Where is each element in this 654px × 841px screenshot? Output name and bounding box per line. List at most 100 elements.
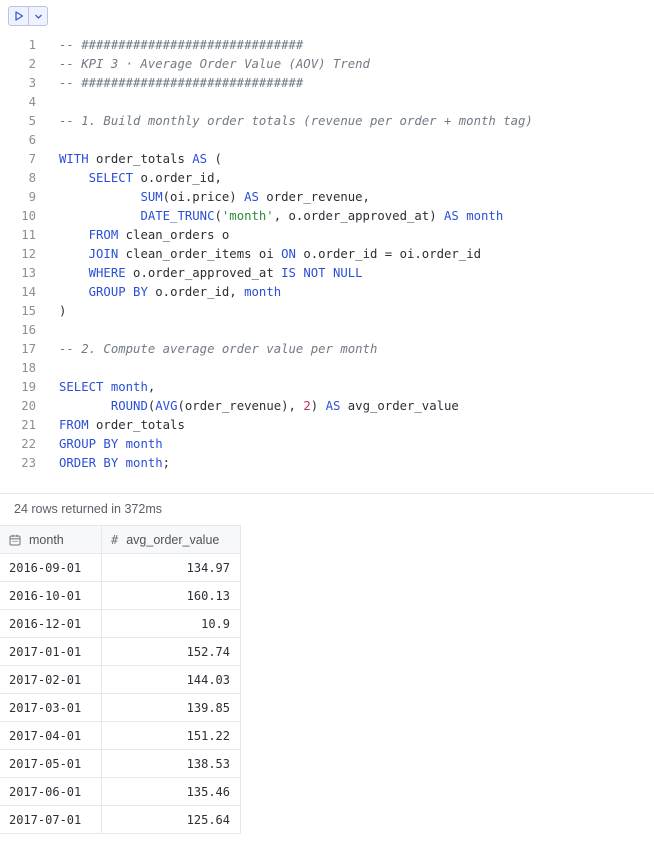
code-line[interactable]: 15) [0, 302, 654, 321]
code-text: ORDER BY month; [59, 454, 170, 473]
cell-month[interactable]: 2017-05-01 [0, 749, 102, 778]
code-token: FROM [59, 418, 89, 432]
code-token: GROUP BY [88, 285, 148, 299]
run-button-group [8, 6, 48, 26]
code-line[interactable]: 4 [0, 93, 654, 112]
cell-avg-order-value[interactable]: 138.53 [101, 749, 241, 778]
code-line[interactable]: 2 -- KPI 3 · Average Order Value (AOV) Tr… [0, 55, 654, 74]
cell-avg-order-value[interactable]: 160.13 [101, 581, 241, 610]
table-row[interactable]: 2017-04-01 151.22 [0, 721, 241, 750]
sql-editor[interactable]: 1 -- ############################## 2 -- KP… [0, 36, 654, 473]
code-token: -- ############################## [59, 76, 304, 90]
table-row[interactable]: 2017-05-01 138.53 [0, 749, 241, 778]
code-line[interactable]: 10 DATE_TRUNC('month', o.order_approved_… [0, 207, 654, 226]
cell-avg-order-value[interactable]: 152.74 [101, 637, 241, 666]
code-text: -- 2. Compute average order value per mo… [59, 340, 377, 359]
code-text: SELECT o.order_id, [59, 169, 222, 188]
code-line[interactable]: 3 -- ############################## [0, 74, 654, 93]
play-icon [14, 11, 23, 21]
results-header-row: month # avg_order_value [0, 526, 241, 554]
code-line[interactable]: 11 FROM clean_orders o [0, 226, 654, 245]
column-label: avg_order_value [126, 532, 220, 547]
line-number: 18 [21, 361, 36, 375]
cell-avg-order-value[interactable]: 151.22 [101, 721, 241, 750]
cell-avg-order-value[interactable]: 134.97 [101, 553, 241, 582]
run-query-button[interactable] [9, 7, 28, 25]
code-line[interactable]: 12 JOIN clean_order_items oi ON o.order_… [0, 245, 654, 264]
code-line[interactable]: 23 ORDER BY month; [0, 454, 654, 473]
code-line[interactable]: 16 [0, 321, 654, 340]
code-line[interactable]: 9 SUM(oi.price) AS order_revenue, [0, 188, 654, 207]
table-row[interactable]: 2016-10-01 160.13 [0, 581, 241, 610]
table-row[interactable]: 2017-06-01 135.46 [0, 777, 241, 806]
cell-month[interactable]: 2017-01-01 [0, 637, 102, 666]
column-header-avg-order-value[interactable]: # avg_order_value [101, 526, 241, 554]
column-header-month[interactable]: month [0, 526, 102, 554]
code-line[interactable]: 5 -- 1. Build monthly order totals (reven… [0, 112, 654, 131]
calendar-icon [9, 534, 21, 546]
code-token: (order_revenue), [177, 399, 304, 413]
code-token: FROM [88, 228, 119, 242]
line-number: 13 [21, 266, 36, 280]
code-text: JOIN clean_order_items oi ON o.order_id … [59, 245, 481, 264]
cell-avg-order-value[interactable]: 144.03 [101, 665, 241, 694]
code-token: month [110, 380, 148, 394]
cell-avg-order-value[interactable]: 125.64 [101, 805, 241, 834]
code-line[interactable]: 14 GROUP BY o.order_id, month [0, 283, 654, 302]
code-line[interactable]: 21 FROM order_totals [0, 416, 654, 435]
code-line[interactable]: 18 [0, 359, 654, 378]
code-line[interactable]: 20 ROUND(AVG(order_revenue), 2) AS avg_o… [0, 397, 654, 416]
cell-month[interactable]: 2017-04-01 [0, 721, 102, 750]
code-line[interactable]: 17 -- 2. Compute average order value per … [0, 340, 654, 359]
table-row[interactable]: 2017-01-01 152.74 [0, 637, 241, 666]
code-line[interactable]: 6 [0, 131, 654, 150]
line-number: 12 [21, 247, 36, 261]
code-line[interactable]: 7 WITH order_totals AS ( [0, 150, 654, 169]
editor-toolbar [8, 6, 48, 26]
table-row[interactable]: 2017-02-01 144.03 [0, 665, 241, 694]
cell-avg-order-value[interactable]: 135.46 [101, 777, 241, 806]
code-token: 2 [303, 399, 311, 413]
cell-avg-order-value[interactable]: 139.85 [101, 693, 241, 722]
table-row[interactable]: 2016-09-01 134.97 [0, 553, 241, 582]
line-number: 11 [21, 228, 36, 242]
code-line[interactable]: 22 GROUP BY month [0, 435, 654, 454]
table-row[interactable]: 2017-07-01 125.64 [0, 805, 241, 834]
code-token: -- 2. Compute average order value per mo… [59, 342, 378, 356]
cell-month[interactable]: 2016-10-01 [0, 581, 102, 610]
line-number: 22 [21, 437, 36, 451]
code-token: clean_order_items oi [118, 247, 282, 261]
cell-month[interactable]: 2017-02-01 [0, 665, 102, 694]
line-number: 7 [28, 152, 36, 166]
line-number: 14 [21, 285, 36, 299]
cell-month[interactable]: 2017-06-01 [0, 777, 102, 806]
code-token: o.order_approved_at [125, 266, 282, 280]
code-line[interactable]: 1 -- ############################## [0, 36, 654, 55]
code-token: WITH [59, 152, 89, 166]
cell-month[interactable]: 2016-09-01 [0, 553, 102, 582]
table-row[interactable]: 2017-03-01 139.85 [0, 693, 241, 722]
code-line[interactable]: 8 SELECT o.order_id, [0, 169, 654, 188]
code-token: ) [59, 304, 67, 318]
code-token: -- KPI 3 · Average Order Value (AOV) Tre… [59, 57, 370, 71]
cell-avg-order-value[interactable]: 10.9 [101, 609, 241, 638]
cell-month[interactable]: 2016-12-01 [0, 609, 102, 638]
table-row[interactable]: 2016-12-01 10.9 [0, 609, 241, 638]
code-line[interactable]: 13 WHERE o.order_approved_at IS NOT NULL [0, 264, 654, 283]
code-text: WITH order_totals AS ( [59, 150, 222, 169]
code-line[interactable]: 19 SELECT month, [0, 378, 654, 397]
cell-month[interactable]: 2017-03-01 [0, 693, 102, 722]
code-token: avg_order_value [340, 399, 459, 413]
run-options-button[interactable] [28, 7, 47, 25]
code-text: -- ############################## [59, 74, 303, 93]
cell-month[interactable]: 2017-07-01 [0, 805, 102, 834]
results-divider [0, 493, 654, 494]
code-token: ; [162, 456, 171, 470]
line-number: 16 [21, 323, 36, 337]
code-token: order_revenue, [258, 190, 370, 204]
line-number: 6 [28, 133, 36, 147]
